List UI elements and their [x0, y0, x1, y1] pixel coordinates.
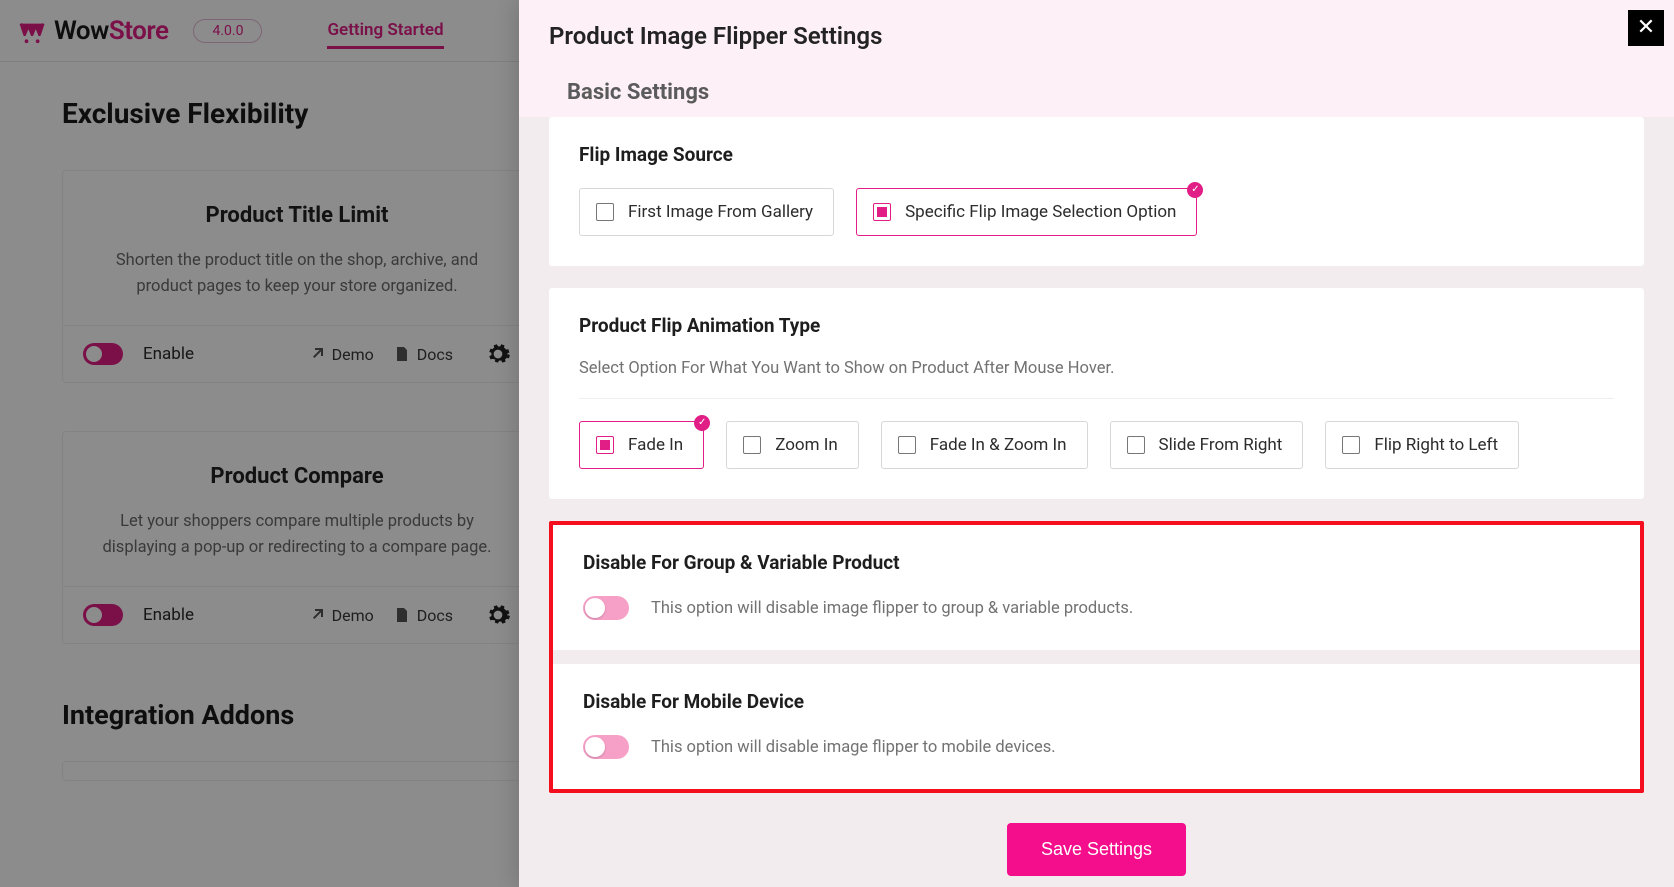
- save-wrap: Save Settings: [549, 815, 1644, 887]
- checkbox-icon: [1127, 436, 1145, 454]
- option-first-image[interactable]: First Image From Gallery: [579, 188, 834, 236]
- option-zoom-in[interactable]: Zoom In: [726, 421, 859, 469]
- checkbox-icon: [1342, 436, 1360, 454]
- checkbox-icon: [596, 203, 614, 221]
- settings-body: Flip Image Source First Image From Galle…: [519, 117, 1674, 887]
- option-label: Fade In: [628, 435, 683, 455]
- option-slide-right[interactable]: Slide From Right: [1110, 421, 1304, 469]
- option-label: Fade In & Zoom In: [930, 435, 1067, 455]
- checkbox-icon: [898, 436, 916, 454]
- option-label: Specific Flip Image Selection Option: [905, 202, 1176, 222]
- option-fade-zoom[interactable]: Fade In & Zoom In: [881, 421, 1088, 469]
- disable-mobile-toggle[interactable]: [583, 735, 629, 759]
- option-specific-flip[interactable]: Specific Flip Image Selection Option ✓: [856, 188, 1197, 236]
- setting-title: Flip Image Source: [579, 143, 1614, 166]
- option-label: First Image From Gallery: [628, 202, 813, 222]
- setting-title: Product Flip Animation Type: [579, 314, 1614, 337]
- settings-panel: Product Image Flipper Settings ✕ Basic S…: [519, 0, 1674, 887]
- animation-options: Fade In ✓ Zoom In Fade In & Zoom In Slid…: [579, 421, 1614, 469]
- setting-title: Disable For Group & Variable Product: [583, 551, 1610, 574]
- check-icon: ✓: [1187, 182, 1203, 198]
- section-title: Basic Settings: [549, 50, 1644, 105]
- panel-title: Product Image Flipper Settings: [549, 22, 1644, 50]
- disable-group-toggle[interactable]: [583, 596, 629, 620]
- close-icon: ✕: [1637, 17, 1655, 39]
- setting-desc: This option will disable image flipper t…: [651, 738, 1056, 757]
- option-fade-in[interactable]: Fade In ✓: [579, 421, 704, 469]
- check-icon: ✓: [694, 415, 710, 431]
- animation-type-card: Product Flip Animation Type Select Optio…: [549, 288, 1644, 499]
- flip-source-options: First Image From Gallery Specific Flip I…: [579, 188, 1614, 236]
- disable-mobile-card: Disable For Mobile Device This option wi…: [553, 664, 1640, 789]
- setting-desc: This option will disable image flipper t…: [651, 599, 1133, 618]
- close-button[interactable]: ✕: [1628, 10, 1664, 46]
- option-label: Flip Right to Left: [1374, 435, 1498, 455]
- checkbox-icon: [873, 203, 891, 221]
- flip-source-card: Flip Image Source First Image From Galle…: [549, 117, 1644, 266]
- option-label: Zoom In: [775, 435, 838, 455]
- disable-group-card: Disable For Group & Variable Product Thi…: [553, 525, 1640, 650]
- divider: [579, 398, 1614, 399]
- save-button[interactable]: Save Settings: [1007, 823, 1186, 876]
- option-label: Slide From Right: [1159, 435, 1283, 455]
- setting-desc: Select Option For What You Want to Show …: [579, 359, 1614, 378]
- highlighted-settings: Disable For Group & Variable Product Thi…: [549, 521, 1644, 793]
- setting-title: Disable For Mobile Device: [583, 690, 1610, 713]
- panel-header: Product Image Flipper Settings ✕ Basic S…: [519, 0, 1674, 117]
- checkbox-icon: [743, 436, 761, 454]
- option-flip-right-left[interactable]: Flip Right to Left: [1325, 421, 1519, 469]
- checkbox-icon: [596, 436, 614, 454]
